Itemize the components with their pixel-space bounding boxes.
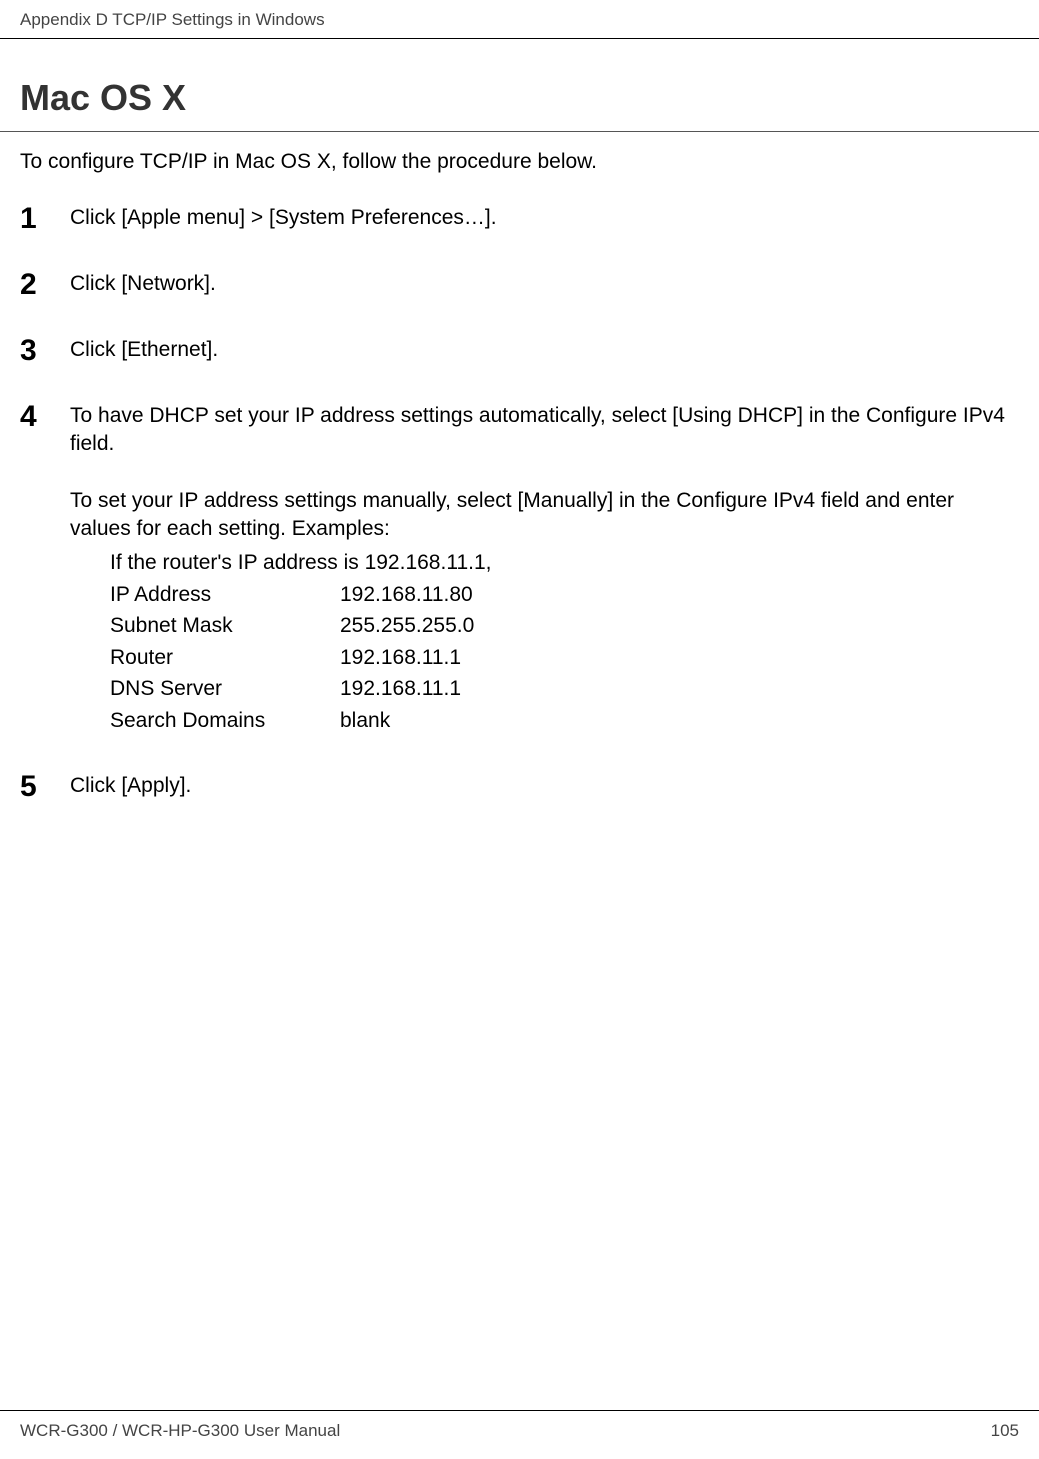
step-subtext: To set your IP address settings manually… xyxy=(70,487,1019,544)
step-number: 1 xyxy=(20,204,70,234)
breadcrumb: Appendix D TCP/IP Settings in Windows xyxy=(20,10,325,29)
step: 2 Click [Network]. xyxy=(20,270,1019,300)
example-label: Router xyxy=(110,642,340,674)
example-row: Subnet Mask 255.255.255.0 xyxy=(110,610,1019,642)
example-row: Search Domains blank xyxy=(110,705,1019,737)
step: 3 Click [Ethernet]. xyxy=(20,336,1019,366)
example-intro: If the router's IP address is 192.168.11… xyxy=(110,547,1019,579)
step-number: 5 xyxy=(20,772,70,802)
example-block: If the router's IP address is 192.168.11… xyxy=(70,547,1019,736)
example-label: DNS Server xyxy=(110,673,340,705)
example-label: IP Address xyxy=(110,579,340,611)
page-header: Appendix D TCP/IP Settings in Windows xyxy=(0,0,1039,39)
step-body: To have DHCP set your IP address setting… xyxy=(70,402,1019,736)
step: 5 Click [Apply]. xyxy=(20,772,1019,802)
intro-text: To configure TCP/IP in Mac OS X, follow … xyxy=(0,132,1039,204)
step: 4 To have DHCP set your IP address setti… xyxy=(20,402,1019,736)
example-intro-text: If the router's IP address is 192.168.11… xyxy=(110,547,491,579)
step-text: Click [Apple menu] > [System Preferences… xyxy=(70,204,1019,232)
example-value: blank xyxy=(340,705,1019,737)
steps-container: 1 Click [Apple menu] > [System Preferenc… xyxy=(0,204,1039,802)
example-row: Router 192.168.11.1 xyxy=(110,642,1019,674)
step-text: Click [Apply]. xyxy=(70,772,1019,800)
example-row: IP Address 192.168.11.80 xyxy=(110,579,1019,611)
step: 1 Click [Apple menu] > [System Preferenc… xyxy=(20,204,1019,234)
page-title: Mac OS X xyxy=(0,39,1039,132)
step-text: To have DHCP set your IP address setting… xyxy=(70,402,1019,459)
footer-page-number: 105 xyxy=(991,1421,1019,1441)
example-value: 255.255.255.0 xyxy=(340,610,1019,642)
example-value: 192.168.11.1 xyxy=(340,642,1019,674)
example-label: Subnet Mask xyxy=(110,610,340,642)
step-text: Click [Network]. xyxy=(70,270,1019,298)
page-footer: WCR-G300 / WCR-HP-G300 User Manual 105 xyxy=(0,1410,1039,1459)
example-row: DNS Server 192.168.11.1 xyxy=(110,673,1019,705)
footer-left: WCR-G300 / WCR-HP-G300 User Manual xyxy=(20,1421,340,1441)
step-number: 2 xyxy=(20,270,70,300)
step-number: 4 xyxy=(20,402,70,432)
step-number: 3 xyxy=(20,336,70,366)
step-text: Click [Ethernet]. xyxy=(70,336,1019,364)
example-label: Search Domains xyxy=(110,705,340,737)
example-value: 192.168.11.80 xyxy=(340,579,1019,611)
example-value: 192.168.11.1 xyxy=(340,673,1019,705)
